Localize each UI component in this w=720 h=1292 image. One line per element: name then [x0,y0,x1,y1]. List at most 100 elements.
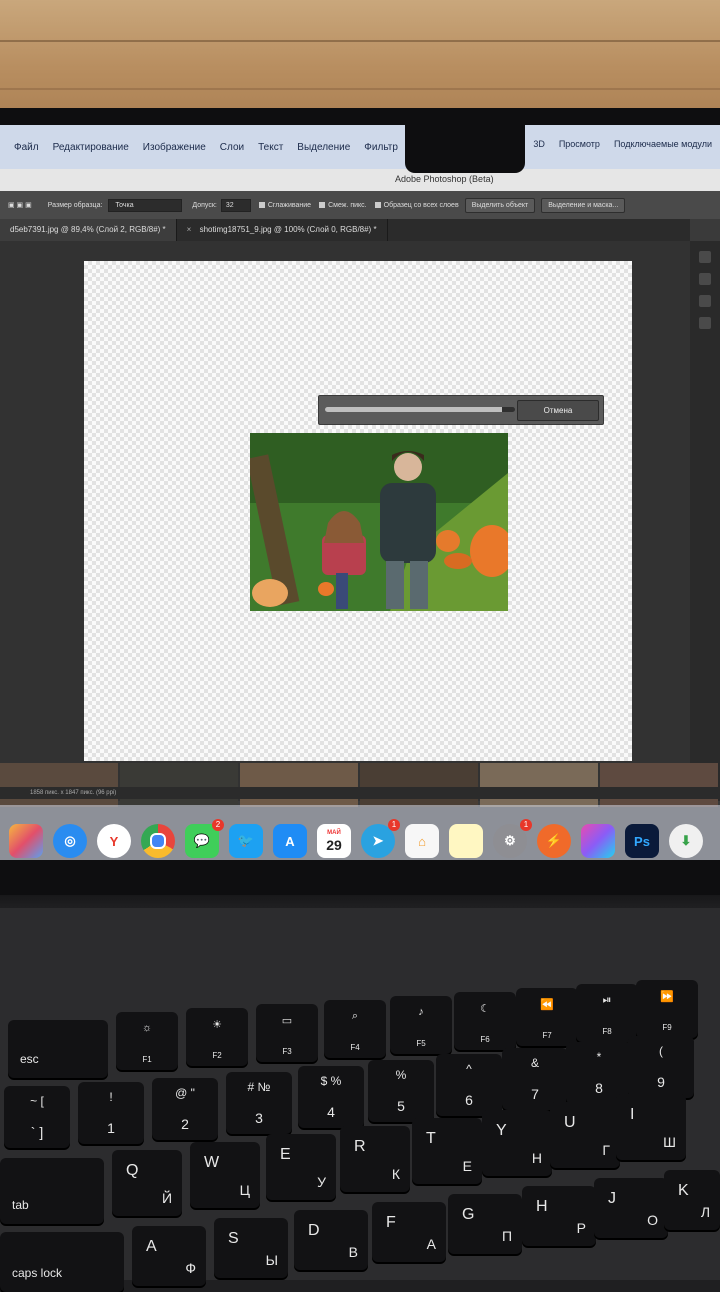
panel-icon[interactable] [699,251,711,263]
f4-key[interactable]: ⌕ F4 [324,1000,386,1058]
panel-icon[interactable] [699,273,711,285]
progress-fill [325,407,502,412]
menu-file[interactable]: Файл [14,142,39,153]
key-6[interactable]: ^ 6 [436,1054,502,1116]
all-layers-checkbox[interactable] [374,202,381,208]
key-s[interactable]: SЫ [214,1218,288,1278]
key-9[interactable]: (9 [628,1036,694,1098]
f1-key[interactable]: ☼ F1 [116,1012,178,1070]
menu-view[interactable]: Просмотр [559,139,600,149]
menu-filter[interactable]: Фильтр [364,142,398,153]
options-bar: ▣ ▣ ▣ Размер образца: Точка Допуск: 32 С… [0,191,720,219]
final-cut-icon[interactable] [581,824,615,858]
yandex-icon[interactable]: Y [97,824,131,858]
tolerance-input[interactable]: 32 [220,198,251,212]
app-store-icon[interactable]: A [273,824,307,858]
contiguous-checkbox[interactable] [319,202,326,208]
calendar-icon[interactable]: МАЙ 29 [317,824,351,858]
telegram-icon[interactable]: ➤ 1 [361,819,400,858]
laptop-screen: Файл Редактирование Изображение Слои Тек… [0,125,720,860]
close-icon[interactable]: × [187,225,192,234]
progress-track [325,407,515,412]
panel-icon[interactable] [699,295,711,307]
chrome-icon[interactable] [141,824,175,858]
f8-key[interactable]: ⏯ F8 [576,984,638,1042]
antialias-checkbox[interactable] [258,202,265,208]
all-layers-label: Образец со всех слоев [383,201,459,209]
key-j[interactable]: JО [594,1178,668,1238]
key-i[interactable]: IШ [616,1094,686,1160]
key-2[interactable]: @ " 2 [152,1078,218,1140]
key-g[interactable]: GП [448,1194,522,1254]
tolerance-label: Допуск: [192,201,217,209]
tab-document-2[interactable]: × shotimg18751_9.jpg @ 100% (Слой 0, RGB… [177,219,388,241]
key-q[interactable]: QЙ [112,1150,182,1216]
f6-key[interactable]: ☾ F6 [454,992,516,1050]
select-and-mask-button[interactable]: Выделение и маска... [541,197,626,213]
f9-key[interactable]: ⏩ F9 [636,980,698,1038]
key-t[interactable]: TЕ [412,1118,482,1184]
calendar-day: 29 [326,836,342,853]
launchpad-icon[interactable] [9,824,43,858]
document-tabs: d5eb7391.jpg @ 89,4% (Слой 2, RGB/8#) * … [0,219,690,241]
messages-icon[interactable]: 💬 2 [185,819,224,858]
document-size-text: 1858 пикс. x 1847 пикс. (96 ppi) [30,790,117,796]
key-y[interactable]: YН [482,1110,552,1176]
window-title: Adobe Photoshop (Beta) [395,174,494,184]
camera-notch [405,125,525,173]
key-u[interactable]: UГ [550,1102,620,1168]
key-e[interactable]: EУ [266,1134,336,1200]
key-a[interactable]: AФ [132,1226,206,1286]
key-1[interactable]: ! 1 [78,1082,144,1144]
key-f[interactable]: FА [372,1202,446,1262]
notification-badge: 1 [388,819,400,831]
background-window-strip [0,763,720,807]
photoshop-icon[interactable]: Ps [625,824,659,858]
f7-key[interactable]: ⏪ F7 [516,988,578,1046]
key-backtick[interactable]: ~ [` ] [4,1086,70,1148]
dock: ◎ Y 💬 2 🐦 A МАЙ 29 ➤ 1 ⌂ ⚙ 1 ⚡ Ps ⬇ [0,805,720,860]
right-panel-dock [690,241,720,801]
menu-plugins[interactable]: Подключаемые модули [614,139,712,149]
home-icon[interactable]: ⌂ [405,824,439,858]
notes-icon[interactable] [449,824,483,858]
menu-edit[interactable]: Редактирование [53,142,129,153]
layer-photo[interactable] [250,433,508,611]
key-4[interactable]: $ % 4 [298,1066,364,1128]
menu-bar: Файл Редактирование Изображение Слои Тек… [0,125,720,169]
safari-icon[interactable]: ◎ [53,824,87,858]
key-d[interactable]: DВ [294,1210,368,1270]
key-h[interactable]: HР [522,1186,596,1246]
photo-image [250,433,508,611]
key-7[interactable]: & 7 [502,1048,568,1110]
menu-layers[interactable]: Слои [220,142,244,153]
menu-type[interactable]: Текст [258,142,283,153]
esc-key[interactable]: esc [8,1020,108,1078]
tool-preset-icon[interactable]: ▣ ▣ ▣ [8,201,32,209]
cancel-button[interactable]: Отмена [517,400,599,421]
spark-icon[interactable]: ⚡ [537,824,571,858]
f2-key[interactable]: ☀ F2 [186,1008,248,1066]
key-r[interactable]: RК [340,1126,410,1192]
panel-icon[interactable] [699,317,711,329]
notification-badge: 2 [212,819,224,831]
menu-image[interactable]: Изображение [143,142,206,153]
tab-document-1[interactable]: d5eb7391.jpg @ 89,4% (Слой 2, RGB/8#) * [0,219,177,241]
sample-size-label: Размер образца: [47,201,103,209]
sample-size-select[interactable]: Точка [108,198,183,212]
twitter-icon[interactable]: 🐦 [229,824,263,858]
caps-lock-key[interactable]: caps lock [0,1232,124,1292]
f3-key[interactable]: ▭ F3 [256,1004,318,1062]
select-subject-button[interactable]: Выделить объект [464,197,536,213]
key-3[interactable]: # № 3 [226,1072,292,1134]
settings-icon[interactable]: ⚙ 1 [493,819,532,858]
key-k[interactable]: KЛ [664,1170,720,1230]
calendar-month: МАЙ [327,829,341,836]
downloads-icon[interactable]: ⬇ [669,824,703,858]
key-w[interactable]: WЦ [190,1142,260,1208]
key-5[interactable]: % 5 [368,1060,434,1122]
menu-3d[interactable]: 3D [533,139,545,149]
menu-select[interactable]: Выделение [297,142,350,153]
f5-key[interactable]: ♪ F5 [390,996,452,1054]
tab-key[interactable]: tab [0,1158,104,1224]
